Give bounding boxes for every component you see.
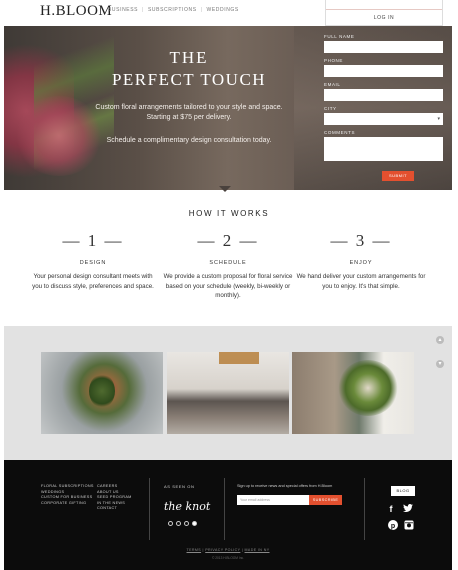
footer-link[interactable]: CUSTOM FOR BUSINESS xyxy=(41,495,94,501)
phone-field[interactable] xyxy=(324,65,443,77)
pinterest-icon[interactable]: p xyxy=(388,520,398,530)
footer-divider xyxy=(224,478,225,540)
email-label: EMAIL xyxy=(324,82,341,87)
step-number: — 2 — xyxy=(197,231,259,250)
instagram-glyph xyxy=(404,520,414,530)
step-name: SCHEDULE xyxy=(209,260,247,266)
carousel-dot[interactable] xyxy=(168,521,173,526)
privacy-policy-link[interactable]: PRIVACY POLICY xyxy=(205,548,240,552)
gallery-image-living-room[interactable] xyxy=(167,352,289,434)
made-in-ny-link[interactable]: MADE IN NY xyxy=(245,548,270,552)
chevron-up-icon[interactable]: ▴ xyxy=(436,336,444,344)
gallery-image-arrangement[interactable] xyxy=(41,352,163,434)
how-it-works-title: HOW IT WORKS xyxy=(188,209,270,218)
submit-button[interactable]: SUBMIT xyxy=(382,171,414,181)
hero-notch xyxy=(219,186,231,192)
footer-link[interactable]: CORPORATE GIFTING xyxy=(41,501,94,507)
hero-title: THE xyxy=(169,48,209,67)
step-schedule: — 2 — SCHEDULE We provide a custom propo… xyxy=(163,231,293,301)
login-box: LOG IN xyxy=(325,0,443,26)
login-button[interactable]: LOG IN xyxy=(326,12,442,24)
terms-link[interactable]: TERMS xyxy=(187,548,202,552)
site-header: H.BLOOM BUSINESS | SUBSCRIPTIONS | WEDDI… xyxy=(0,0,458,26)
logo[interactable]: H.BLOOM xyxy=(40,3,112,20)
full-name-label: FULL NAME xyxy=(324,34,355,39)
footer-divider xyxy=(149,478,150,540)
footer-link[interactable]: FLORAL SUBSCRIPTIONS xyxy=(41,484,94,490)
blog-button[interactable]: BLOG xyxy=(391,486,415,496)
copyright-text: © 2013 H.BLOOM Inc. xyxy=(212,556,244,560)
carousel-dots xyxy=(168,521,197,526)
login-top-strip xyxy=(326,0,442,10)
step-description: We hand deliver your custom arrangements… xyxy=(296,273,426,290)
footer-link[interactable]: SEED PROGRAM xyxy=(97,495,132,501)
top-nav: BUSINESS | SUBSCRIPTIONS | WEDDINGS xyxy=(108,7,239,13)
carousel-dot-active[interactable] xyxy=(192,521,197,526)
step-name: DESIGN xyxy=(79,260,107,266)
instagram-icon[interactable] xyxy=(404,520,414,530)
chevron-down-icon[interactable]: ▾ xyxy=(436,360,444,368)
city-label: CITY xyxy=(324,106,337,111)
full-name-field[interactable] xyxy=(324,41,443,53)
flower-arrangement-shape xyxy=(338,360,398,416)
gallery-image-office[interactable] xyxy=(292,352,414,434)
wall-art-shape xyxy=(219,352,259,364)
footer-link[interactable]: CONTACT xyxy=(97,506,132,512)
carousel-dot[interactable] xyxy=(184,521,189,526)
nav-weddings[interactable]: WEDDINGS xyxy=(207,7,239,13)
site-footer: FLORAL SUBSCRIPTIONS WEDDINGS CUSTOM FOR… xyxy=(4,460,452,570)
nav-business[interactable]: BUSINESS xyxy=(108,7,138,13)
step-design: — 1 — DESIGN Your personal design consul… xyxy=(28,231,158,291)
legal-links: TERMS | PRIVACY POLICY | MADE IN NY xyxy=(4,548,452,552)
nav-separator: | xyxy=(200,7,203,13)
comments-field[interactable] xyxy=(324,137,443,161)
the-knot-logo: the knot xyxy=(164,500,211,513)
nav-subscriptions[interactable]: SUBSCRIPTIONS xyxy=(148,7,197,13)
facebook-icon[interactable]: f xyxy=(386,504,396,514)
step-number: — 1 — xyxy=(62,231,124,250)
footer-divider xyxy=(364,478,365,540)
footer-links-secondary: CAREERS ABOUT US SEED PROGRAM IN THE NEW… xyxy=(97,484,132,512)
succulent-shape xyxy=(89,374,115,408)
step-number: — 3 — xyxy=(330,231,392,250)
twitter-icon[interactable] xyxy=(403,504,413,514)
chevron-down-icon: ▾ xyxy=(437,116,440,122)
comments-label: COMMENTS xyxy=(324,130,356,135)
pinterest-glyph: p xyxy=(388,520,398,530)
carousel-dot[interactable] xyxy=(176,521,181,526)
step-description: We provide a custom proposal for floral … xyxy=(163,273,293,299)
hero-title: PERFECT TOUCH xyxy=(111,70,267,89)
hero-flower-image xyxy=(14,96,104,176)
as-seen-on-label: AS SEEN ON xyxy=(164,484,195,489)
subscribe-button[interactable]: SUBSCRIBE xyxy=(309,495,342,505)
newsletter-email-input[interactable]: Your email address xyxy=(237,495,309,505)
footer-links-primary: FLORAL SUBSCRIPTIONS WEDDINGS CUSTOM FOR… xyxy=(41,484,94,506)
step-name: ENJOY xyxy=(349,260,373,266)
twitter-bird-glyph xyxy=(403,504,413,512)
email-field[interactable] xyxy=(324,89,443,101)
consultation-form: FULL NAME PHONE EMAIL CITY ▾ COMMENTS SU… xyxy=(324,34,443,181)
hero-subtitle: Custom floral arrangements tailored to y… xyxy=(95,104,283,121)
hero-cta-text: Schedule a complimentary design consulta… xyxy=(106,137,272,144)
newsletter-label: Sign up to receive news and special offe… xyxy=(237,484,333,488)
phone-label: PHONE xyxy=(324,58,344,63)
nav-separator: | xyxy=(142,7,144,13)
step-enjoy: — 3 — ENJOY We hand deliver your custom … xyxy=(296,231,426,291)
step-description: Your personal design consultant meets wi… xyxy=(32,273,154,290)
city-select[interactable]: ▾ xyxy=(324,113,443,125)
photo-gallery: ▴ ▾ xyxy=(4,326,452,460)
svg-text:p: p xyxy=(391,523,395,530)
